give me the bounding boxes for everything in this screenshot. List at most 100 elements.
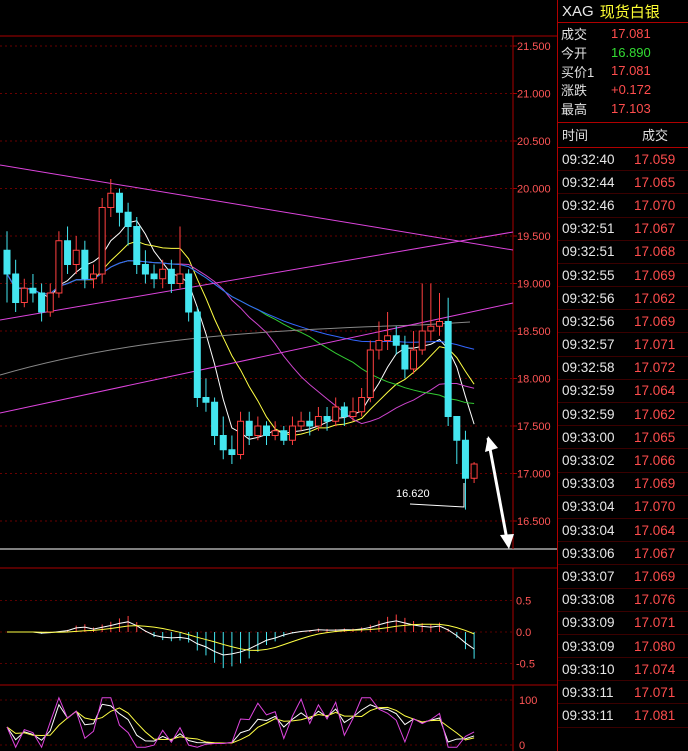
- candle-body: [55, 240, 63, 294]
- ma-line-yellow: [6, 240, 475, 437]
- candle-body: [392, 335, 400, 346]
- y-tick-label: 20.000: [517, 184, 551, 196]
- quote-row-bid: 买价1 17.081: [561, 63, 651, 80]
- candle-body: [436, 321, 443, 327]
- price-change: +0.172: [611, 82, 652, 98]
- tick-list[interactable]: 09:32:40 17.059 09:32:44 17.065 09:32:46 17.0…: [558, 148, 688, 728]
- tick-time: 09:32:58: [562, 360, 615, 376]
- candle-body: [444, 321, 452, 417]
- tick-price: 17.080: [634, 638, 676, 654]
- tick-time: 09:33:03: [562, 476, 615, 492]
- candle-body: [38, 292, 46, 313]
- candle-body: [245, 420, 253, 436]
- tick-price: 17.070: [634, 197, 676, 213]
- tick-row: 09:32:59 17.062: [558, 403, 688, 427]
- y-tick-label: 17.000: [517, 469, 551, 481]
- candlestick-chart[interactable]: 0.5 0.0 -0.5 100 0 21.500 21.000 20.500 20.000 1…: [0, 0, 557, 751]
- tick-time: 09:33:04: [562, 522, 615, 538]
- candle-body: [219, 435, 227, 451]
- tick-row: 09:32:56 17.069: [558, 310, 688, 334]
- y-tick-label: 19.500: [517, 231, 551, 243]
- candle-body: [418, 330, 426, 351]
- candle-body: [263, 425, 270, 436]
- tick-row: 09:33:06 17.067: [558, 542, 688, 566]
- tick-row: 09:33:04 17.064: [558, 519, 688, 543]
- kdj-tick-label: 100: [519, 695, 537, 707]
- y-tick-label: 20.500: [517, 136, 551, 148]
- tick-row: 09:32:58 17.072: [558, 357, 688, 380]
- macd-tick-label: 0.5: [516, 596, 531, 608]
- tick-time: 09:33:10: [562, 661, 615, 677]
- candle-body: [193, 311, 201, 398]
- tick-time: 09:32:55: [562, 267, 615, 283]
- candle-body: [64, 240, 72, 265]
- tick-time: 09:33:02: [562, 453, 615, 469]
- tick-price: 17.062: [634, 290, 676, 306]
- quote-block: 成交 17.081 今开 16.890 买价1 17.081 涨跌 +0.172 最高 1…: [558, 23, 688, 123]
- tick-row: 09:33:11 17.081: [558, 704, 688, 728]
- tick-time: 09:32:46: [562, 197, 615, 213]
- candle-body: [72, 249, 80, 265]
- candle-body: [211, 401, 219, 436]
- candle-body: [46, 292, 54, 313]
- tick-row: 09:33:10 17.074: [558, 658, 688, 682]
- candle-body: [159, 268, 167, 280]
- y-tick-label: 16.500: [517, 516, 551, 528]
- candle-body: [280, 430, 288, 441]
- arrow-line: [486, 437, 510, 546]
- candle-body: [115, 192, 123, 213]
- tick-price: 17.065: [634, 429, 676, 445]
- candle-body: [410, 349, 418, 370]
- candle-body: [141, 264, 149, 275]
- candle-body: [453, 416, 461, 441]
- tick-time: 09:33:07: [562, 568, 615, 584]
- trendline-lower: [0, 231, 514, 321]
- low-price-label: 16.620: [396, 488, 430, 500]
- tick-row: 09:32:55 17.069: [558, 264, 688, 288]
- tick-time: 09:32:40: [562, 151, 615, 167]
- tick-row: 09:33:11 17.071: [558, 681, 688, 705]
- candle-body: [366, 349, 374, 398]
- candle-body: [306, 420, 314, 427]
- tick-time: 09:33:08: [562, 592, 615, 608]
- candle-body: [176, 273, 184, 284]
- tick-price: 17.069: [634, 313, 676, 329]
- candle-body: [297, 420, 305, 427]
- candle-body: [20, 287, 28, 303]
- kdj-tick-label: 0: [519, 740, 525, 751]
- candle-body: [124, 211, 132, 227]
- candle-body: [470, 463, 478, 479]
- tick-time: 09:33:09: [562, 615, 615, 631]
- tick-price: 17.071: [634, 684, 676, 700]
- high-price: 17.103: [611, 101, 651, 117]
- bid-price: 17.081: [611, 63, 651, 79]
- candle-body: [375, 340, 383, 351]
- macd-tick-label: -0.5: [516, 659, 535, 671]
- tick-price: 17.069: [634, 568, 676, 584]
- tick-row: 09:33:07 17.069: [558, 565, 688, 589]
- tick-price: 17.071: [634, 615, 676, 631]
- candle-body: [202, 397, 210, 403]
- ma-line-green: [6, 260, 475, 405]
- candle-body: [349, 411, 357, 417]
- tick-time: 09:33:11: [562, 684, 614, 700]
- candle-body: [150, 273, 158, 280]
- tick-price: 17.064: [634, 522, 676, 538]
- quote-row-open: 今开 16.890: [561, 44, 651, 61]
- tick-price: 17.072: [634, 360, 676, 376]
- trendline-bottom: [0, 302, 514, 414]
- tick-row: 09:32:51 17.067: [558, 218, 688, 241]
- symbol-header: XAG 现货白银: [558, 0, 688, 23]
- y-tick-label: 18.500: [517, 326, 551, 338]
- candle-body: [228, 449, 236, 455]
- tick-price: 17.069: [634, 267, 676, 283]
- tick-row: 09:32:57 17.071: [558, 333, 688, 357]
- tick-row: 09:33:00 17.065: [558, 426, 688, 450]
- y-tick-label: 18.000: [517, 374, 551, 386]
- open-price: 16.890: [611, 44, 651, 60]
- quote-panel: XAG 现货白银 成交 17.081 今开 16.890 买价1 17.081 涨跌 +…: [557, 0, 688, 751]
- candle-body: [12, 273, 20, 303]
- candle-body: [332, 406, 340, 422]
- candle-body: [288, 425, 296, 441]
- y-tick-label: 21.000: [517, 89, 551, 101]
